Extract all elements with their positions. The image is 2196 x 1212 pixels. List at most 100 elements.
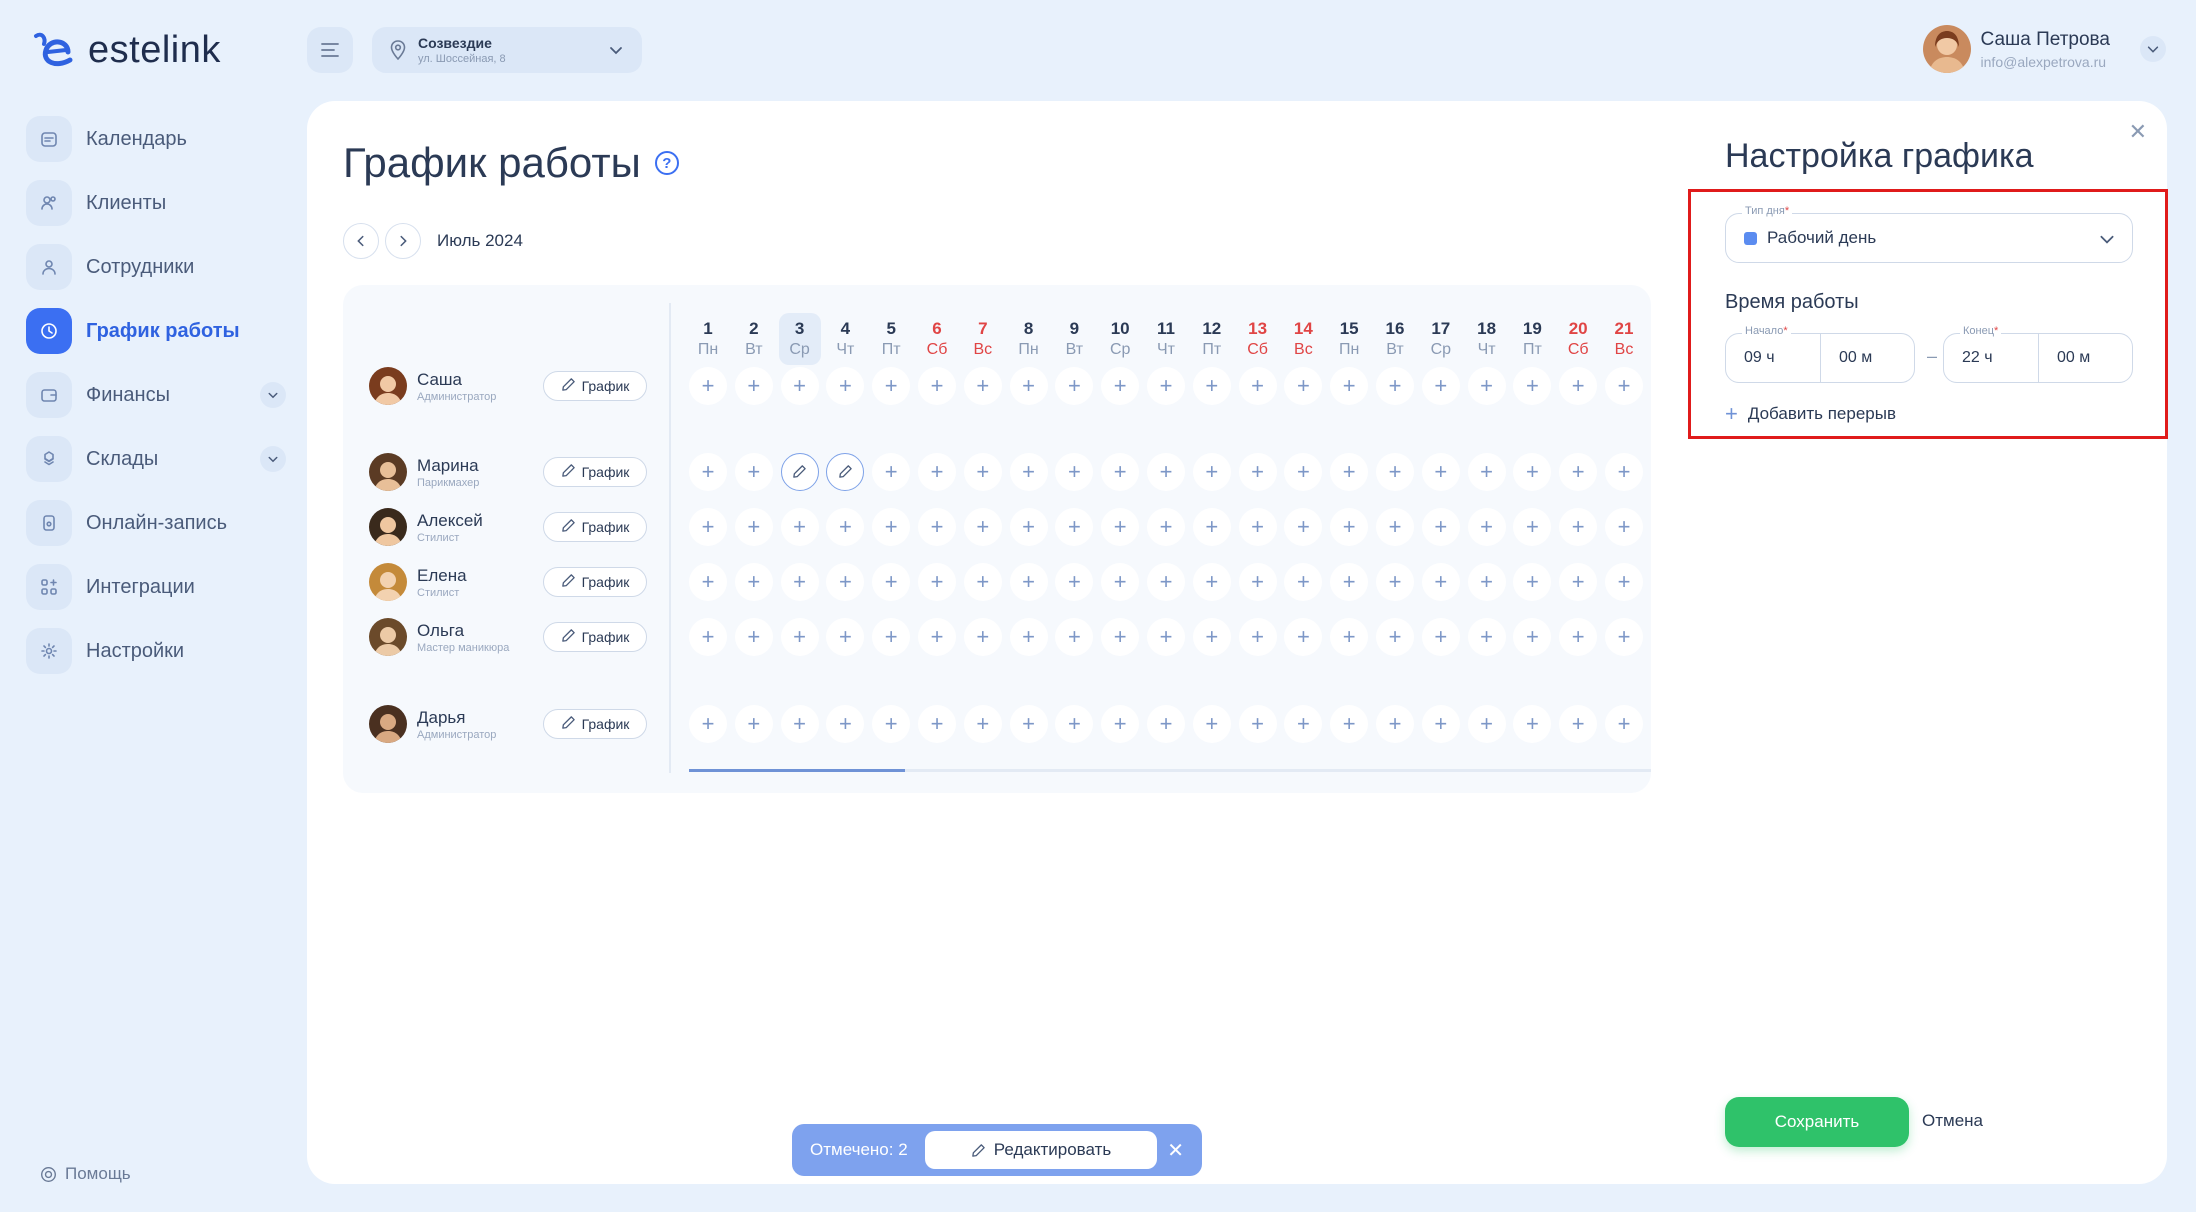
add-day-cell[interactable]: + <box>1055 508 1094 546</box>
add-day-cell[interactable]: + <box>826 705 865 743</box>
add-day-cell[interactable]: + <box>1605 618 1643 656</box>
add-day-cell[interactable]: + <box>1513 618 1552 656</box>
add-day-cell[interactable]: + <box>1330 508 1369 546</box>
add-day-cell[interactable]: + <box>1376 618 1414 656</box>
add-day-cell[interactable]: + <box>1284 508 1323 546</box>
day-header[interactable]: 2 Вт <box>733 319 775 359</box>
day-cell-selected[interactable] <box>826 453 865 491</box>
day-header[interactable]: 19 Пт <box>1511 319 1553 359</box>
add-day-cell[interactable]: + <box>1009 563 1048 601</box>
add-day-cell[interactable]: + <box>963 367 1002 405</box>
day-header[interactable]: 3 Ср <box>778 313 821 365</box>
add-day-cell[interactable]: + <box>1605 367 1643 405</box>
add-day-cell[interactable]: + <box>1330 453 1369 491</box>
add-day-cell[interactable]: + <box>918 705 956 743</box>
menu-toggle-button[interactable] <box>307 27 353 73</box>
add-day-cell[interactable]: + <box>689 705 727 743</box>
question-icon[interactable]: ? <box>654 151 679 175</box>
add-day-cell[interactable]: + <box>1330 705 1369 743</box>
add-day-cell[interactable]: + <box>1055 563 1094 601</box>
add-day-cell[interactable]: + <box>689 367 727 405</box>
add-day-cell[interactable]: + <box>1055 453 1094 491</box>
day-header[interactable]: 11 Чт <box>1145 319 1187 359</box>
add-day-cell[interactable]: + <box>1559 618 1598 656</box>
add-day-cell[interactable]: + <box>872 705 911 743</box>
add-day-cell[interactable]: + <box>1513 367 1552 405</box>
add-day-cell[interactable]: + <box>734 508 773 546</box>
sidebar-item-5[interactable]: Склады <box>26 435 286 483</box>
add-day-cell[interactable]: + <box>963 508 1002 546</box>
add-day-cell[interactable]: + <box>872 618 911 656</box>
employee-schedule-button[interactable]: График <box>543 457 647 487</box>
add-day-cell[interactable]: + <box>1284 367 1323 405</box>
add-day-cell[interactable]: + <box>1238 705 1277 743</box>
day-cell-selected[interactable] <box>780 453 819 491</box>
add-day-cell[interactable]: + <box>1101 563 1140 601</box>
add-day-cell[interactable]: + <box>1284 563 1323 601</box>
add-day-cell[interactable]: + <box>1101 705 1140 743</box>
add-day-cell[interactable]: + <box>689 453 727 491</box>
add-day-cell[interactable]: + <box>1192 618 1231 656</box>
add-day-cell[interactable]: + <box>918 367 956 405</box>
employee-schedule-button[interactable]: График <box>543 371 647 401</box>
add-day-cell[interactable]: + <box>1101 508 1140 546</box>
add-day-cell[interactable]: + <box>872 508 911 546</box>
help-link[interactable]: Помощь <box>40 1164 131 1184</box>
add-day-cell[interactable]: + <box>1605 563 1643 601</box>
add-day-cell[interactable]: + <box>826 618 865 656</box>
add-day-cell[interactable]: + <box>918 508 956 546</box>
add-day-cell[interactable]: + <box>1055 367 1094 405</box>
sidebar-item-0[interactable]: Календарь <box>26 115 286 163</box>
horizontal-scrollbar[interactable] <box>689 769 1651 772</box>
add-day-cell[interactable]: + <box>780 508 819 546</box>
add-day-cell[interactable]: + <box>780 618 819 656</box>
add-day-cell[interactable]: + <box>1192 453 1231 491</box>
add-day-cell[interactable]: + <box>1147 367 1185 405</box>
user-menu[interactable]: Саша Петрова info@alexpetrova.ru <box>1922 25 2166 73</box>
add-day-cell[interactable]: + <box>1238 563 1277 601</box>
add-day-cell[interactable]: + <box>1147 618 1185 656</box>
day-header[interactable]: 15 Пн <box>1328 319 1370 359</box>
employee-schedule-button[interactable]: График <box>543 709 647 739</box>
add-day-cell[interactable]: + <box>1421 367 1460 405</box>
add-day-cell[interactable]: + <box>1421 705 1460 743</box>
add-day-cell[interactable]: + <box>689 563 727 601</box>
day-header[interactable]: 17 Ср <box>1420 319 1462 359</box>
add-day-cell[interactable]: + <box>1559 705 1598 743</box>
employee-schedule-button[interactable]: График <box>543 622 647 652</box>
add-day-cell[interactable]: + <box>1192 508 1231 546</box>
add-day-cell[interactable]: + <box>1101 453 1140 491</box>
add-day-cell[interactable]: + <box>1192 563 1231 601</box>
sidebar-item-7[interactable]: Интеграции <box>26 563 286 611</box>
day-header[interactable]: 14 Вс <box>1282 319 1324 359</box>
sidebar-item-3[interactable]: График работы <box>26 307 286 355</box>
day-header[interactable]: 12 Пт <box>1191 319 1233 359</box>
add-day-cell[interactable]: + <box>689 618 727 656</box>
add-day-cell[interactable]: + <box>1192 705 1231 743</box>
add-day-cell[interactable]: + <box>872 367 911 405</box>
add-day-cell[interactable]: + <box>1330 618 1369 656</box>
add-day-cell[interactable]: + <box>1055 705 1094 743</box>
chevron-down-icon[interactable] <box>260 446 286 472</box>
day-header[interactable]: 13 Сб <box>1237 319 1279 359</box>
add-day-cell[interactable]: + <box>1559 367 1598 405</box>
day-header[interactable]: 6 Сб <box>916 319 958 359</box>
add-day-cell[interactable]: + <box>1376 453 1414 491</box>
add-day-cell[interactable]: + <box>1513 508 1552 546</box>
add-day-cell[interactable]: + <box>1009 618 1048 656</box>
add-day-cell[interactable]: + <box>1513 453 1552 491</box>
add-day-cell[interactable]: + <box>1009 367 1048 405</box>
add-day-cell[interactable]: + <box>826 563 865 601</box>
add-day-cell[interactable]: + <box>1147 705 1185 743</box>
add-day-cell[interactable]: + <box>734 367 773 405</box>
user-menu-chevron[interactable] <box>2140 36 2166 62</box>
add-day-cell[interactable]: + <box>1192 367 1231 405</box>
chevron-down-icon[interactable] <box>260 382 286 408</box>
add-day-cell[interactable]: + <box>1376 367 1414 405</box>
edit-selection-button[interactable]: Редактировать <box>925 1131 1157 1169</box>
add-day-cell[interactable]: + <box>689 508 727 546</box>
add-day-cell[interactable]: + <box>1009 453 1048 491</box>
close-icon[interactable]: ✕ <box>2129 119 2147 145</box>
add-day-cell[interactable]: + <box>826 367 865 405</box>
sidebar-item-1[interactable]: Клиенты <box>26 179 286 227</box>
